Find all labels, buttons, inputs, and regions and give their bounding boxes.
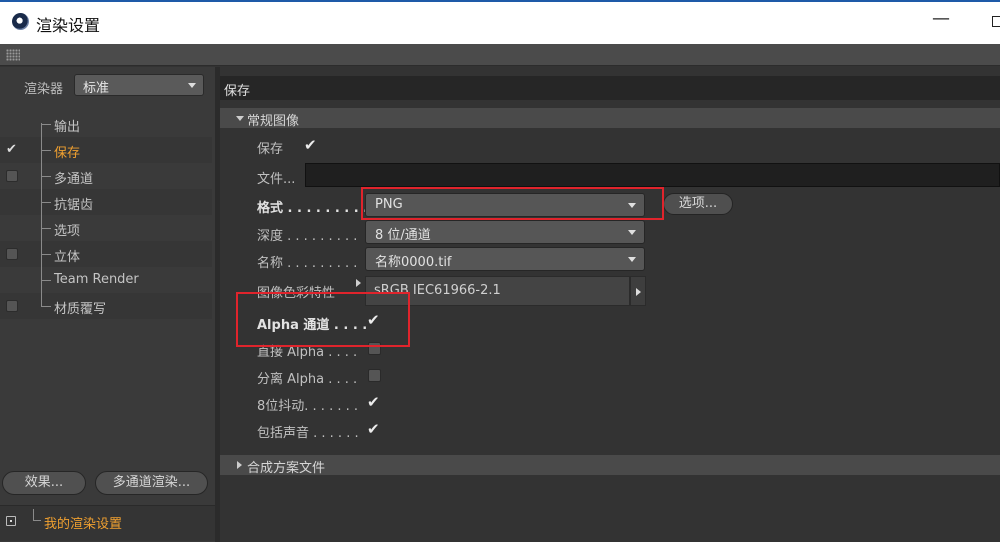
render-preset-name[interactable]: 我的渲染设置 [44, 513, 122, 532]
tree-item-stereoscopic[interactable]: 立体 [0, 241, 212, 267]
chevron-down-icon [628, 230, 636, 235]
grip-handle-icon[interactable] [6, 49, 20, 61]
renderer-select[interactable]: 标准 [74, 74, 204, 96]
renderer-value: 标准 [83, 81, 110, 96]
render-preset-row[interactable]: 我的渲染设置 [0, 505, 215, 541]
tree-connector [41, 123, 42, 137]
expand-arrow-icon[interactable] [356, 279, 361, 287]
chevron-down-icon [188, 83, 196, 88]
tree-connector [41, 254, 51, 255]
depth-dropdown[interactable]: 8 位/通道 [365, 220, 645, 244]
effects-button[interactable]: 效果... [2, 471, 86, 495]
file-label: 文件... [257, 172, 296, 187]
tree-item-label: 选项 [54, 224, 81, 239]
tree-connector [41, 280, 51, 281]
section-title: 常规图像 [247, 114, 300, 129]
tree-connector [41, 124, 51, 125]
tree-item-label: 输出 [54, 120, 81, 135]
tree-connector [41, 306, 51, 307]
tree-item-save[interactable]: ✔ 保存 [0, 137, 212, 163]
tree-item-checkbox[interactable] [6, 300, 18, 312]
alpha-highlight-box [236, 292, 410, 347]
separate-alpha-label: 分离 Alpha . . . . [257, 372, 358, 387]
tree-item-label: 抗锯齿 [54, 198, 94, 213]
tree-item-checkbox[interactable] [6, 248, 18, 260]
settings-tree: 输出 ✔ 保存 多通道 抗锯齿 选项 立体 Team Render 材质覆写 [0, 111, 212, 319]
titlebar-accent-line [0, 0, 1000, 2]
page-title-bar: 保存 [220, 76, 1000, 100]
tree-item-label: 立体 [54, 250, 81, 265]
tree-item-multipass[interactable]: 多通道 [0, 163, 212, 189]
expand-collapse-icon[interactable] [6, 516, 16, 526]
renderer-label: 渲染器 [24, 82, 64, 97]
tree-item-label: 多通道 [54, 172, 94, 187]
chevron-down-icon [628, 257, 636, 262]
cinema4d-icon [12, 13, 29, 30]
dithering-checkbox[interactable]: ✔ [367, 394, 383, 410]
include-sound-label: 包括声音 . . . . . . [257, 426, 359, 441]
depth-value: 8 位/通道 [375, 228, 431, 243]
minimize-button[interactable]: — [932, 8, 950, 29]
section-title: 合成方案文件 [247, 461, 326, 476]
tree-item-checkbox[interactable] [6, 170, 18, 182]
maximize-button[interactable] [992, 16, 1000, 27]
tree-item-options[interactable]: 选项 [0, 215, 212, 241]
triangle-down-icon [236, 116, 244, 121]
tree-connector [41, 228, 51, 229]
format-label: 格式 . . . . . . . . . [257, 201, 369, 216]
save-settings-panel: 保存 常规图像 保存 ✔ 文件... 格式 . . . . . . . . . … [220, 67, 1000, 542]
tree-connector [41, 150, 51, 151]
toolbar-strip [0, 44, 1000, 66]
window-title: 渲染设置 [36, 16, 101, 35]
section-header-general-image[interactable]: 常规图像 [220, 108, 1000, 129]
settings-sidebar: 渲染器 标准 输出 ✔ 保存 多通道 抗锯齿 选项 立体 Team Render… [0, 67, 215, 542]
color-profile-menu-button[interactable] [630, 276, 646, 306]
file-path-input[interactable] [305, 163, 1000, 187]
tree-connector [41, 176, 51, 177]
tree-connector [41, 202, 51, 203]
window-titlebar: 渲染设置 — [0, 0, 1000, 44]
tree-item-label: 材质覆写 [54, 302, 107, 317]
format-options-button[interactable]: 选项... [663, 193, 733, 215]
tree-connector [41, 293, 42, 306]
name-value: 名称0000.tif [375, 255, 452, 270]
save-checkbox[interactable]: ✔ [304, 137, 320, 153]
include-sound-checkbox[interactable]: ✔ [367, 421, 383, 437]
page-title: 保存 [224, 84, 251, 99]
section-header-compositing-file[interactable]: 合成方案文件 [220, 455, 1000, 476]
tree-item-label: 保存 [54, 146, 81, 161]
multipass-render-button[interactable]: 多通道渲染... [95, 471, 208, 495]
tree-connector [33, 509, 41, 521]
triangle-right-icon [237, 461, 242, 469]
tree-item-team-render[interactable]: Team Render [0, 267, 212, 293]
tree-item-output[interactable]: 输出 [0, 111, 212, 137]
tree-item-material-override[interactable]: 材质覆写 [0, 293, 212, 319]
renderer-row: 渲染器 标准 [0, 73, 215, 99]
tree-item-label: Team Render [54, 272, 139, 287]
depth-label: 深度 . . . . . . . . . [257, 229, 358, 244]
dithering-label: 8位抖动. . . . . . . [257, 399, 358, 414]
save-label: 保存 [257, 142, 284, 157]
name-label: 名称 . . . . . . . . . [257, 256, 358, 271]
format-highlight-box [361, 187, 664, 220]
sidebar-button-row: 效果... 多通道渲染... [0, 471, 215, 497]
tree-item-antialiasing[interactable]: 抗锯齿 [0, 189, 212, 215]
check-icon[interactable]: ✔ [6, 143, 19, 156]
name-format-dropdown[interactable]: 名称0000.tif [365, 247, 645, 271]
separate-alpha-checkbox[interactable] [368, 369, 381, 382]
